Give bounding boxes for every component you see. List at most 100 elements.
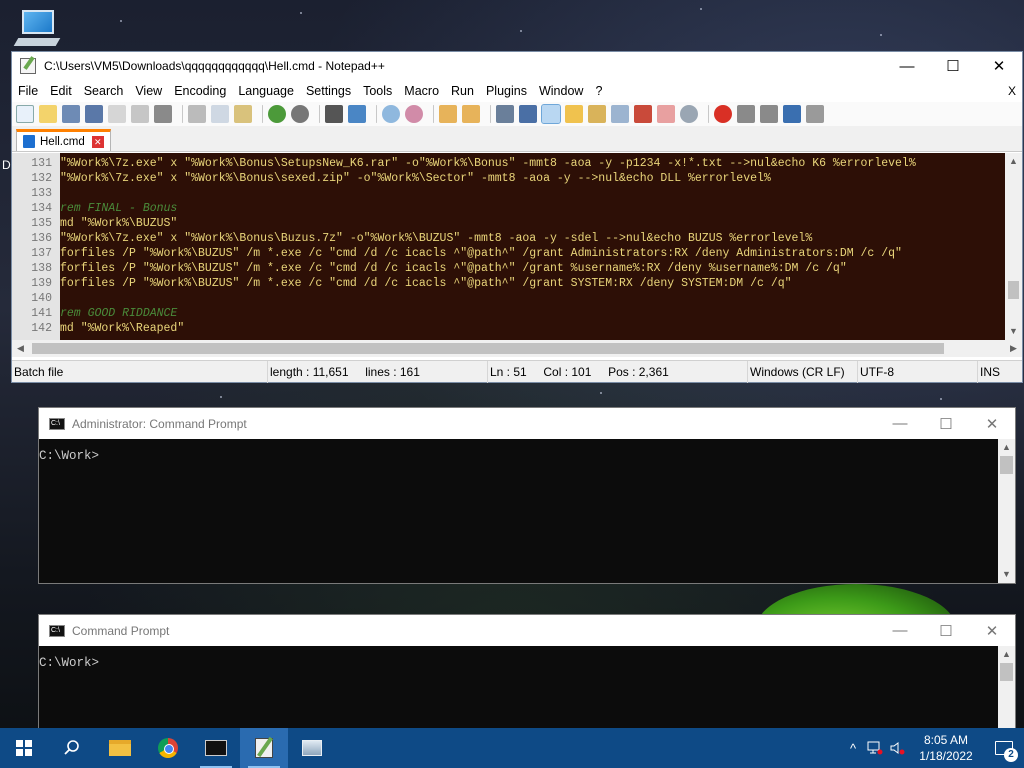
close-button[interactable]: ✕ (969, 408, 1015, 439)
stop-macro-icon[interactable] (737, 105, 755, 123)
minimize-button[interactable]: — (884, 52, 930, 80)
menu-edit[interactable]: Edit (44, 84, 78, 98)
menu-help[interactable]: ? (589, 84, 608, 98)
menu-plugins[interactable]: Plugins (480, 84, 533, 98)
close-button[interactable]: ✕ (969, 615, 1015, 646)
taskbar-file-explorer[interactable] (96, 728, 144, 768)
admin-cmd-console[interactable]: C:\Work> ▲ ▼ (39, 439, 1015, 583)
taskbar-notepad-plus-plus[interactable] (240, 728, 288, 768)
cmd-app-icon[interactable]: C:\ (49, 417, 65, 430)
search-button[interactable] (48, 728, 96, 768)
menu-run[interactable]: Run (445, 84, 480, 98)
cmd-title-bar[interactable]: C:\ Command Prompt — ☐ ✕ (39, 615, 1015, 646)
status-eol[interactable]: Windows (CR LF) (748, 360, 858, 383)
document-list-icon[interactable] (611, 105, 629, 123)
folder-as-workspace-icon[interactable] (657, 105, 675, 123)
undo-icon[interactable] (268, 105, 286, 123)
paste-icon[interactable] (234, 105, 252, 123)
menu-window[interactable]: Window (533, 84, 589, 98)
this-pc-desktop-icon[interactable] (13, 8, 61, 50)
network-icon[interactable] (864, 741, 886, 755)
language-icon[interactable] (565, 105, 583, 123)
zoom-in-icon[interactable] (382, 105, 400, 123)
scroll-down-arrow-icon[interactable]: ▼ (1005, 323, 1022, 340)
menu-search[interactable]: Search (78, 84, 130, 98)
status-insert-mode[interactable]: INS (978, 361, 1018, 383)
function-list-icon[interactable] (634, 105, 652, 123)
run-macro-multiple-icon[interactable] (783, 105, 801, 123)
zoom-out-icon[interactable] (405, 105, 423, 123)
tab-hell-cmd[interactable]: Hell.cmd ✕ (16, 129, 111, 151)
start-button[interactable] (0, 728, 48, 768)
editor-vertical-scrollbar[interactable]: ▲ ▼ (1005, 153, 1022, 340)
scroll-thumb[interactable] (32, 343, 944, 354)
toolbar (12, 102, 1022, 126)
menu-language[interactable]: Language (232, 84, 300, 98)
notepad-app-icon[interactable] (20, 58, 36, 74)
show-all-characters-icon[interactable] (519, 105, 537, 123)
menu-view[interactable]: View (129, 84, 168, 98)
maximize-button[interactable]: ☐ (923, 408, 969, 439)
scroll-down-arrow-icon[interactable]: ▼ (998, 566, 1015, 583)
menu-tools[interactable]: Tools (357, 84, 398, 98)
close-file-icon[interactable] (108, 105, 126, 123)
line-number: 135 (31, 217, 52, 230)
scroll-thumb[interactable] (1008, 281, 1019, 299)
cmd-app-icon[interactable]: C:\ (49, 624, 65, 637)
notepad-title-bar[interactable]: C:\Users\VM5\Downloads\qqqqqqqqqqqq\Hell… (12, 52, 1022, 80)
save-all-icon[interactable] (85, 105, 103, 123)
record-macro-icon[interactable] (714, 105, 732, 123)
action-center-button[interactable]: 2 (984, 728, 1024, 768)
open-file-icon[interactable] (39, 105, 57, 123)
close-all-icon[interactable] (131, 105, 149, 123)
minimize-button[interactable]: — (877, 408, 923, 439)
editor-horizontal-scrollbar[interactable]: ◀ ▶ (12, 340, 1022, 357)
admin-cmd-title-bar[interactable]: C:\ Administrator: Command Prompt — ☐ ✕ (39, 408, 1015, 439)
replace-icon[interactable] (348, 105, 366, 123)
close-button[interactable]: ✕ (976, 52, 1022, 80)
scroll-up-arrow-icon[interactable]: ▲ (998, 439, 1015, 456)
volume-muted-icon[interactable] (886, 741, 908, 755)
cmd-console[interactable]: C:\Work> ▲ (39, 646, 1015, 728)
print-icon[interactable] (154, 105, 172, 123)
taskbar-app[interactable] (288, 728, 336, 768)
cut-icon[interactable] (188, 105, 206, 123)
new-file-icon[interactable] (16, 105, 34, 123)
save-macro-icon[interactable] (806, 105, 824, 123)
minimize-button[interactable]: — (877, 615, 923, 646)
copy-icon[interactable] (211, 105, 229, 123)
status-encoding[interactable]: UTF-8 (858, 360, 978, 383)
chevron-up-icon[interactable]: ^ (842, 741, 864, 756)
tab-close-icon[interactable]: ✕ (91, 135, 104, 148)
menu-file[interactable]: File (12, 84, 44, 98)
maximize-button[interactable]: ☐ (930, 52, 976, 80)
redo-icon[interactable] (291, 105, 309, 123)
console-vertical-scrollbar[interactable]: ▲ (998, 646, 1015, 728)
sync-vertical-icon[interactable] (439, 105, 457, 123)
scroll-thumb[interactable] (1000, 456, 1013, 474)
maximize-button[interactable]: ☐ (923, 615, 969, 646)
close-document-button[interactable]: X (1008, 84, 1022, 98)
scroll-left-arrow-icon[interactable]: ◀ (12, 340, 29, 357)
scroll-up-arrow-icon[interactable]: ▲ (998, 646, 1015, 663)
monitoring-icon[interactable] (680, 105, 698, 123)
indent-guide-icon[interactable] (541, 104, 561, 124)
document-map-icon[interactable] (588, 105, 606, 123)
menu-settings[interactable]: Settings (300, 84, 357, 98)
taskbar-command-prompt[interactable] (192, 728, 240, 768)
find-icon[interactable] (325, 105, 343, 123)
save-icon[interactable] (62, 105, 80, 123)
code-line: 141 rem GOOD RIDDANCE (31, 306, 1006, 321)
scroll-thumb[interactable] (1000, 663, 1013, 681)
taskbar-chrome[interactable] (144, 728, 192, 768)
system-clock[interactable]: 8:05 AM 1/18/2022 (908, 732, 984, 764)
menu-encoding[interactable]: Encoding (168, 84, 232, 98)
menu-macro[interactable]: Macro (398, 84, 445, 98)
scroll-right-arrow-icon[interactable]: ▶ (1005, 340, 1022, 357)
console-vertical-scrollbar[interactable]: ▲ ▼ (998, 439, 1015, 583)
sync-horizontal-icon[interactable] (462, 105, 480, 123)
scroll-up-arrow-icon[interactable]: ▲ (1005, 153, 1022, 170)
play-macro-icon[interactable] (760, 105, 778, 123)
word-wrap-icon[interactable] (496, 105, 514, 123)
code-editor[interactable]: 131 "%Work%\7z.exe" x "%Work%\Bonus\Setup… (12, 153, 1022, 340)
